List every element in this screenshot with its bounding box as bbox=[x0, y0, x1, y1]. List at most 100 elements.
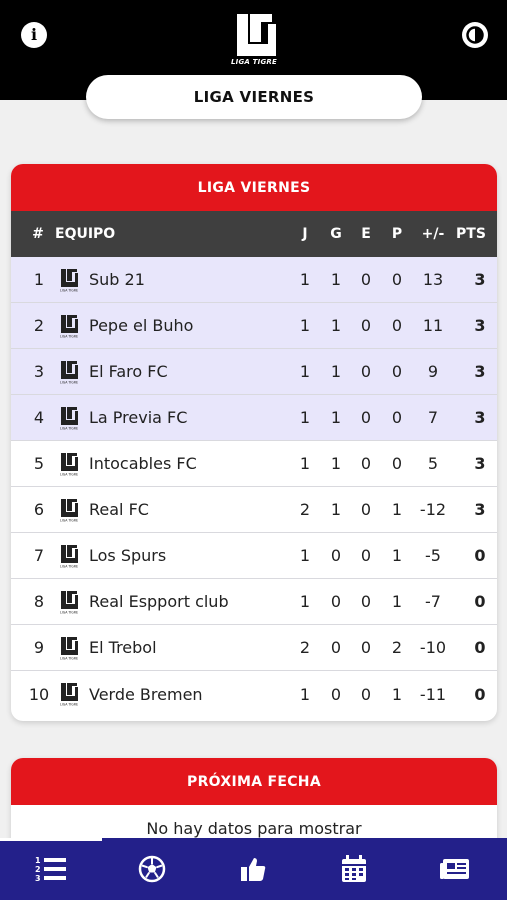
standings-icon[interactable]: 1 2 3 bbox=[34, 852, 68, 886]
table-row[interactable]: 5 LIGA TIGRE Intocables FC 1 1 0 0 5 3 bbox=[11, 441, 497, 487]
svg-text:LIGA TIGRE: LIGA TIGRE bbox=[60, 380, 78, 384]
drawn: 0 bbox=[360, 270, 372, 289]
drawn: 0 bbox=[360, 500, 372, 519]
team-badge-icon: LIGA TIGRE bbox=[57, 579, 81, 624]
points: 0 bbox=[474, 592, 486, 611]
played: 1 bbox=[299, 270, 311, 289]
drawn: 0 bbox=[360, 592, 372, 611]
points: 0 bbox=[474, 684, 486, 704]
row-position: 3 bbox=[33, 362, 45, 381]
team-name: El Trebol bbox=[89, 638, 157, 657]
goal-diff: -10 bbox=[419, 638, 447, 657]
team-name: Pepe el Buho bbox=[89, 316, 194, 335]
col-drawn: E bbox=[361, 226, 371, 242]
svg-text:LIGA TIGRE: LIGA TIGRE bbox=[60, 703, 78, 707]
points: 0 bbox=[474, 638, 486, 657]
team-badge-icon: LIGA TIGRE bbox=[57, 303, 81, 348]
played: 1 bbox=[299, 408, 311, 427]
standings-card: LIGA VIERNES # EQUIPO J G E P +/- PTS 1 L… bbox=[11, 164, 497, 721]
drawn: 0 bbox=[360, 362, 372, 381]
table-row[interactable]: 8 LIGA TIGRE Real Espport club 1 0 0 1 -7 0 bbox=[11, 579, 497, 625]
table-row[interactable]: 3 LIGA TIGRE El Faro FC 1 1 0 0 9 3 bbox=[11, 349, 497, 395]
points: 3 bbox=[474, 408, 486, 427]
won: 1 bbox=[330, 362, 342, 381]
table-row[interactable]: 1 LIGA TIGRE Sub 21 1 1 0 0 13 3 bbox=[11, 257, 497, 303]
col-won: G bbox=[330, 226, 342, 242]
bottom-nav: 1 2 3 bbox=[0, 838, 507, 900]
drawn: 0 bbox=[360, 454, 372, 473]
lost: 0 bbox=[391, 270, 403, 289]
won: 1 bbox=[330, 408, 342, 427]
thumbs-up-icon[interactable] bbox=[236, 852, 270, 886]
news-icon[interactable] bbox=[438, 852, 472, 886]
svg-text:LIGA TIGRE: LIGA TIGRE bbox=[60, 288, 78, 292]
svg-text:LIGA TIGRE: LIGA TIGRE bbox=[60, 334, 78, 338]
won: 1 bbox=[330, 500, 342, 519]
team-badge-icon: LIGA TIGRE bbox=[57, 257, 81, 302]
won: 0 bbox=[330, 638, 342, 657]
lost: 0 bbox=[391, 316, 403, 335]
svg-text:1: 1 bbox=[35, 856, 41, 865]
points: 0 bbox=[474, 546, 486, 565]
svg-text:LIGA TIGRE: LIGA TIGRE bbox=[60, 472, 78, 476]
table-row[interactable]: 6 LIGA TIGRE Real FC 2 1 0 1 -12 3 bbox=[11, 487, 497, 533]
row-position: 1 bbox=[33, 270, 45, 289]
played: 1 bbox=[299, 546, 311, 565]
contrast-icon[interactable] bbox=[462, 22, 488, 48]
lost: 1 bbox=[391, 684, 403, 704]
team-badge-icon: LIGA TIGRE bbox=[57, 395, 81, 440]
team-name: Real Espport club bbox=[89, 592, 229, 611]
points: 3 bbox=[474, 454, 486, 473]
lost: 1 bbox=[391, 500, 403, 519]
won: 0 bbox=[330, 592, 342, 611]
drawn: 0 bbox=[360, 546, 372, 565]
team-name: Sub 21 bbox=[89, 270, 145, 289]
played: 1 bbox=[299, 362, 311, 381]
played: 2 bbox=[299, 500, 311, 519]
calendar-icon[interactable] bbox=[337, 852, 371, 886]
logo-text: LIGA TIGRE bbox=[231, 58, 277, 66]
row-position: 2 bbox=[33, 316, 45, 335]
svg-text:LIGA TIGRE: LIGA TIGRE bbox=[60, 564, 78, 568]
won: 1 bbox=[330, 316, 342, 335]
played: 1 bbox=[299, 316, 311, 335]
row-position: 6 bbox=[33, 500, 45, 519]
row-position: 8 bbox=[33, 592, 45, 611]
ball-icon[interactable] bbox=[135, 852, 169, 886]
table-row[interactable]: 7 LIGA TIGRE Los Spurs 1 0 0 1 -5 0 bbox=[11, 533, 497, 579]
svg-text:LIGA TIGRE: LIGA TIGRE bbox=[60, 656, 78, 660]
played: 2 bbox=[299, 638, 311, 657]
league-selector[interactable]: LIGA VIERNES bbox=[86, 75, 422, 119]
goal-diff: -12 bbox=[419, 500, 447, 519]
next-match-title: PRÓXIMA FECHA bbox=[11, 758, 497, 805]
row-position: 7 bbox=[33, 546, 45, 565]
team-badge-icon: LIGA TIGRE bbox=[57, 487, 81, 532]
team-name: Real FC bbox=[89, 500, 149, 519]
lost: 0 bbox=[391, 454, 403, 473]
goal-diff: 11 bbox=[422, 316, 444, 335]
played: 1 bbox=[299, 684, 311, 704]
svg-text:LIGA TIGRE: LIGA TIGRE bbox=[60, 426, 78, 430]
lost: 1 bbox=[391, 592, 403, 611]
table-row[interactable]: 4 LIGA TIGRE La Previa FC 1 1 0 0 7 3 bbox=[11, 395, 497, 441]
row-position: 9 bbox=[33, 638, 45, 657]
goal-diff: 7 bbox=[427, 408, 439, 427]
lost: 0 bbox=[391, 362, 403, 381]
team-name: Los Spurs bbox=[89, 546, 167, 565]
team-badge-icon: LIGA TIGRE bbox=[57, 441, 81, 486]
svg-text:3: 3 bbox=[35, 874, 41, 883]
won: 0 bbox=[330, 546, 342, 565]
won: 1 bbox=[330, 270, 342, 289]
team-badge-icon: LIGA TIGRE bbox=[57, 533, 81, 578]
info-icon[interactable]: i bbox=[21, 22, 47, 48]
svg-text:LIGA TIGRE: LIGA TIGRE bbox=[60, 518, 78, 522]
table-row[interactable]: 9 LIGA TIGRE El Trebol 2 0 0 2 -10 0 bbox=[11, 625, 497, 671]
team-name: El Faro FC bbox=[89, 362, 168, 381]
table-row[interactable]: 10 LIGA TIGRE Verde Bremen 1 0 0 1 -11 0 bbox=[11, 671, 497, 717]
col-team: EQUIPO bbox=[55, 226, 116, 242]
svg-text:2: 2 bbox=[35, 865, 41, 874]
team-name: La Previa FC bbox=[89, 408, 188, 427]
team-badge-icon: LIGA TIGRE bbox=[57, 671, 81, 717]
row-position: 10 bbox=[28, 684, 50, 704]
table-row[interactable]: 2 LIGA TIGRE Pepe el Buho 1 1 0 0 11 3 bbox=[11, 303, 497, 349]
